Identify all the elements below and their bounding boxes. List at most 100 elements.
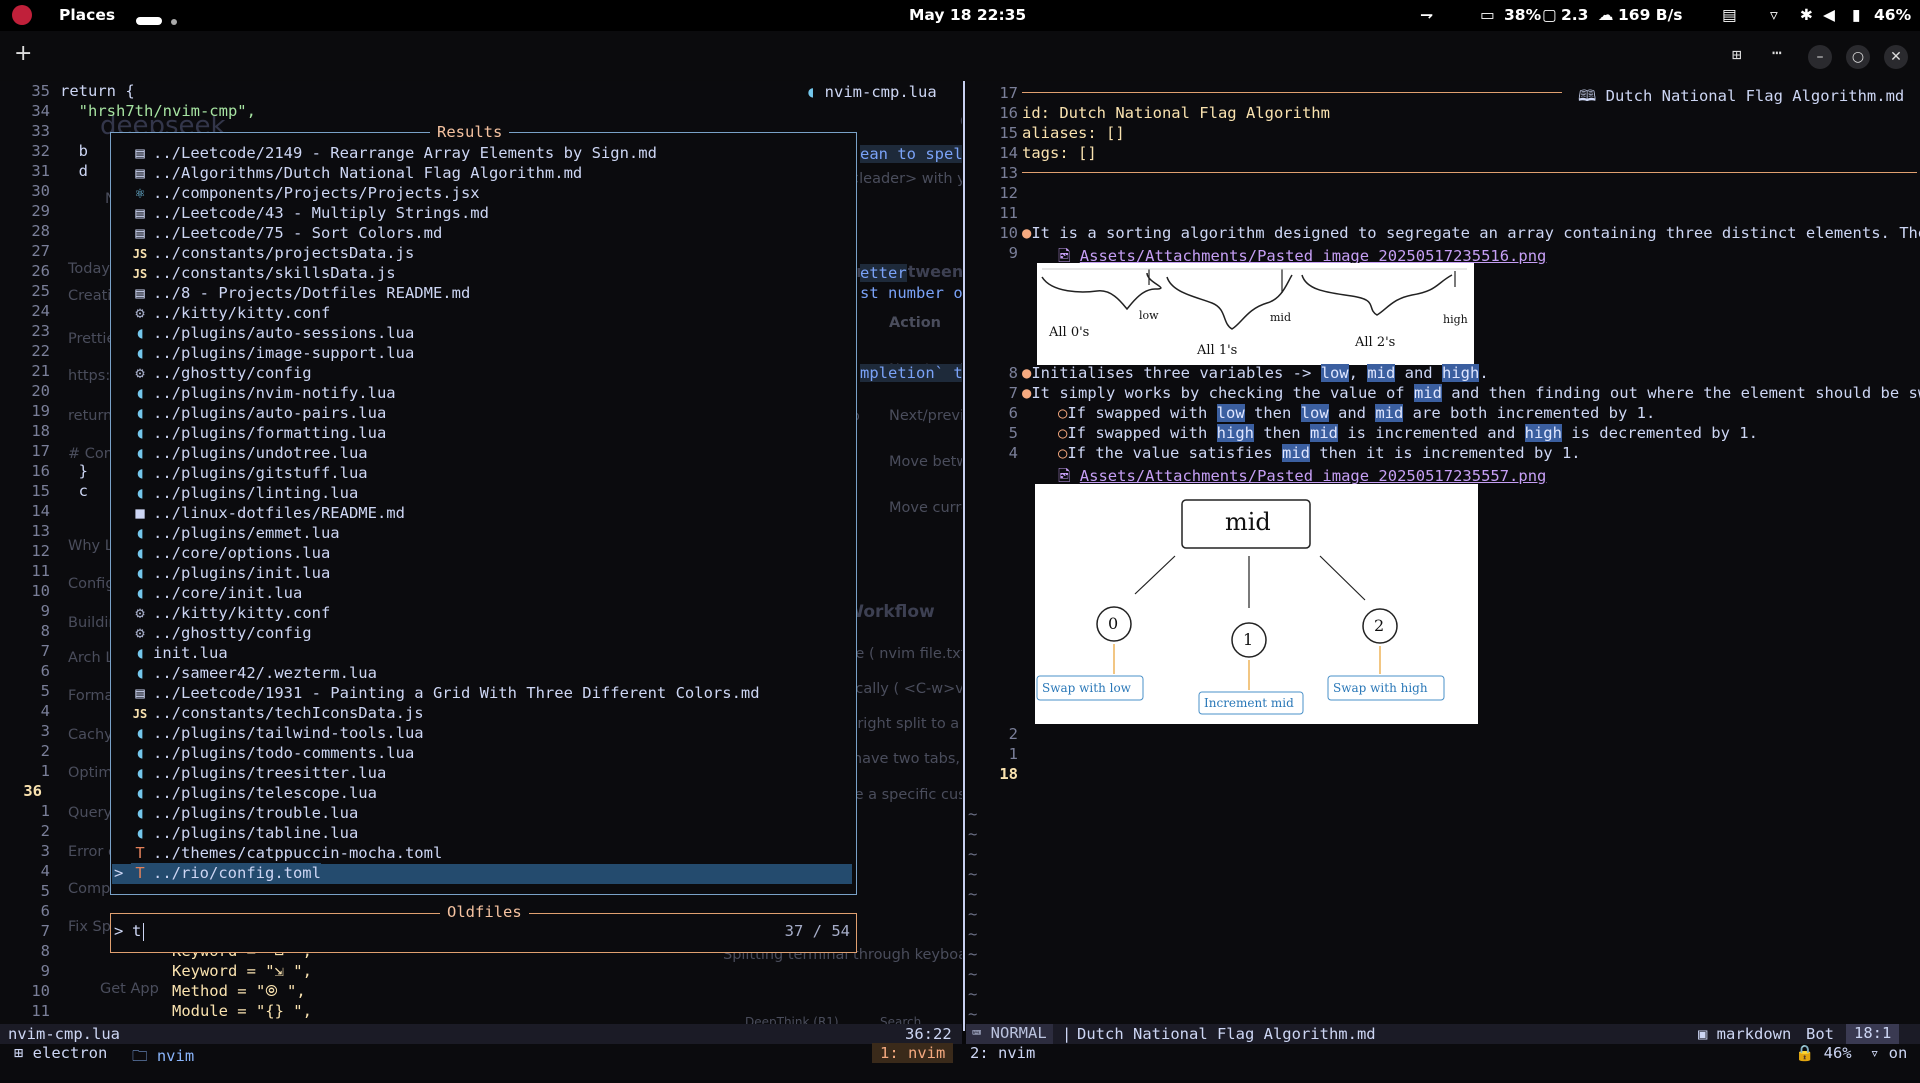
result-item[interactable]: ⚛ ../components/Projects/Projects.jsx xyxy=(131,183,479,203)
partial-text: etter xyxy=(860,264,907,282)
line-number: 18 xyxy=(31,422,50,440)
result-item[interactable]: ■ ../linux-dotfiles/README.md xyxy=(131,503,405,523)
result-item[interactable]: ◖ ../plugins/tabline.lua xyxy=(131,823,358,843)
result-item[interactable]: ◖ ../plugins/init.lua xyxy=(131,563,330,583)
result-item[interactable]: ◖ ../plugins/treesitter.lua xyxy=(131,763,386,783)
lua-file-icon: ◖ xyxy=(135,544,145,562)
volume-icon[interactable]: ◀ xyxy=(1823,6,1835,24)
line-number: 12 xyxy=(999,184,1018,202)
result-item[interactable]: ◖ ../plugins/tailwind-tools.lua xyxy=(131,723,423,743)
result-item[interactable]: ◖ ../plugins/telescope.lua xyxy=(131,783,377,803)
maximize-button[interactable]: ○ xyxy=(1846,45,1870,69)
result-path: ../plugins/gitstuff.lua xyxy=(153,464,368,482)
lua-file-icon: ◖ xyxy=(135,744,145,762)
result-item[interactable]: ◖ ../plugins/undotree.lua xyxy=(131,443,367,463)
new-tab-icon[interactable]: + xyxy=(14,41,32,66)
right-statusline: ⌨ NORMAL | Dutch National Flag Algorithm… xyxy=(966,1024,1920,1044)
config-file-icon: ⚙ xyxy=(135,604,145,622)
line-number: 14 xyxy=(999,144,1018,162)
line-number: 6 xyxy=(1008,404,1018,422)
tmux-window-1[interactable]: 1: nvim xyxy=(872,1043,954,1063)
result-path: ../themes/catppuccin-mocha.toml xyxy=(153,844,443,862)
image-link-2-text[interactable]: Assets/Attachments/Pasted image 20250517… xyxy=(1080,467,1547,485)
code-line: return { xyxy=(60,82,135,100)
more-icon[interactable]: ⋯ xyxy=(1772,43,1782,62)
line-number: 28 xyxy=(31,222,50,240)
tmux-wifi: ▿ on xyxy=(1870,1044,1908,1062)
line-number: 13 xyxy=(999,164,1018,182)
paragraph-1-text: It is a sorting algorithm designed to se… xyxy=(1031,224,1920,242)
result-item[interactable]: ◖ ../plugins/auto-sessions.lua xyxy=(131,323,414,343)
empty-line-marker: ~ xyxy=(968,825,978,843)
result-item[interactable]: ◖ ../plugins/trouble.lua xyxy=(131,803,358,823)
code-line: c xyxy=(60,482,88,500)
mode-indicator: ⌨ NORMAL xyxy=(966,1024,1053,1044)
bluetooth-icon[interactable]: ✱ xyxy=(1800,6,1813,24)
result-item[interactable]: ◖ ../sameer42/.wezterm.lua xyxy=(131,663,377,683)
clipboard-icon[interactable]: ▤ xyxy=(1722,6,1737,24)
clock[interactable]: May 18 22:35 xyxy=(909,6,1026,24)
result-item[interactable]: ⚙ ../ghostty/config xyxy=(131,623,312,643)
result-item[interactable]: ▤ ../Leetcode/2149 - Rearrange Array Elem… xyxy=(131,143,657,163)
middle-file-tab[interactable]: ◖ nvim-cmp.lua xyxy=(806,83,937,101)
result-item[interactable]: T ../themes/catppuccin-mocha.toml xyxy=(131,843,442,863)
tmux-window-2[interactable]: 2: nvim xyxy=(962,1043,1043,1063)
result-item[interactable]: ◖ ../plugins/todo-comments.lua xyxy=(131,743,414,763)
result-item[interactable]: ◖ ../plugins/image-support.lua xyxy=(131,343,414,363)
prompt-input[interactable]: t xyxy=(132,922,141,940)
bullet-line-7: ●It simply works by checking the value o… xyxy=(1022,384,1920,402)
result-item[interactable]: ◖ ../plugins/nvim-notify.lua xyxy=(131,383,395,403)
result-item[interactable]: ⚙ ../ghostty/config xyxy=(131,363,311,383)
battery-saver-icon: ▭ xyxy=(1480,6,1495,24)
result-path: ../plugins/formatting.lua xyxy=(153,424,387,442)
result-item[interactable]: ⚙ ../kitty/kitty.conf xyxy=(131,603,330,623)
sub-bullet-5: ○If swapped with high then mid is increm… xyxy=(1058,424,1758,442)
result-item[interactable]: ◖ init.lua xyxy=(131,643,227,663)
result-path: ../rio/config.toml xyxy=(153,864,321,882)
result-item[interactable]: ▤ ../Leetcode/43 - Multiply Strings.md xyxy=(131,203,489,223)
result-item[interactable]: ▤ ../8 - Projects/Dotfiles README.md xyxy=(131,283,470,303)
result-item[interactable]: ◖ ../plugins/formatting.lua xyxy=(131,423,386,443)
result-item[interactable]: ◖ ../plugins/emmet.lua xyxy=(131,523,339,543)
result-item[interactable]: JS ../constants/projectsData.js xyxy=(131,243,415,263)
markdown-file-icon: ▤ xyxy=(135,164,145,182)
result-path: ../ghostty/config xyxy=(153,624,312,642)
empty-line-marker: ~ xyxy=(968,885,978,903)
vertical-split[interactable] xyxy=(963,81,965,1031)
result-item[interactable]: ▤ ../Algorithms/Dutch National Flag Algor… xyxy=(131,163,582,183)
markdown-file-icon: ▤ xyxy=(135,144,145,162)
magnet-icon[interactable]: ⇁ xyxy=(1420,6,1433,24)
result-item[interactable]: ▤ ../Leetcode/75 - Sort Colors.md xyxy=(131,223,442,243)
result-item[interactable]: ◖ ../plugins/gitstuff.lua xyxy=(131,463,368,483)
workspace-indicator[interactable] xyxy=(136,11,178,29)
line-number: 5 xyxy=(40,682,50,700)
markdown-icon: ▣ xyxy=(1698,1025,1717,1043)
cursor-position: 18:1 xyxy=(1846,1024,1900,1044)
close-button[interactable]: ✕ xyxy=(1884,45,1908,69)
result-item[interactable]: JS ../constants/techIconsData.js xyxy=(131,703,424,723)
result-item[interactable]: ◖ ../plugins/auto-pairs.lua xyxy=(131,403,386,423)
minimize-button[interactable]: – xyxy=(1808,45,1832,69)
img-label: low xyxy=(1139,309,1159,322)
result-item[interactable]: JS ../constants/skillsData.js xyxy=(131,263,396,283)
result-item[interactable]: > T ../rio/config.toml xyxy=(114,863,321,883)
result-item[interactable]: ◖ ../plugins/linting.lua xyxy=(131,483,358,503)
empty-line-marker: ~ xyxy=(968,965,978,983)
result-path: ../constants/projectsData.js xyxy=(153,244,415,262)
result-item[interactable]: ◖ ../core/options.lua xyxy=(131,543,330,563)
grid-icon[interactable]: ⊞ xyxy=(1732,45,1742,64)
session-name[interactable]: ⊞ electron xyxy=(14,1044,107,1062)
wifi-icon[interactable]: ▿ xyxy=(1770,6,1778,24)
result-item[interactable]: ▤ ../Leetcode/1931 - Painting a Grid With… xyxy=(131,683,759,703)
right-file-tab[interactable]: 🕮 Dutch National Flag Algorithm.md xyxy=(1578,84,1904,111)
result-item[interactable]: ◖ ../core/init.lua xyxy=(131,583,302,603)
code-line: d xyxy=(60,162,88,180)
result-item[interactable]: ⚙ ../kitty/kitty.conf xyxy=(131,303,330,323)
window-name[interactable]: 🗀 nvim xyxy=(132,1044,194,1071)
terminal-titlebar: + ⊞ ⋯ – ○ ✕ xyxy=(0,31,1920,81)
distro-logo-icon[interactable] xyxy=(12,5,32,25)
diagram-node-1: 1 xyxy=(1243,630,1254,649)
background-chat-text: Action xyxy=(889,315,942,331)
activities-button[interactable]: Places xyxy=(59,6,115,24)
grid-icon: ⊞ xyxy=(14,1044,33,1062)
